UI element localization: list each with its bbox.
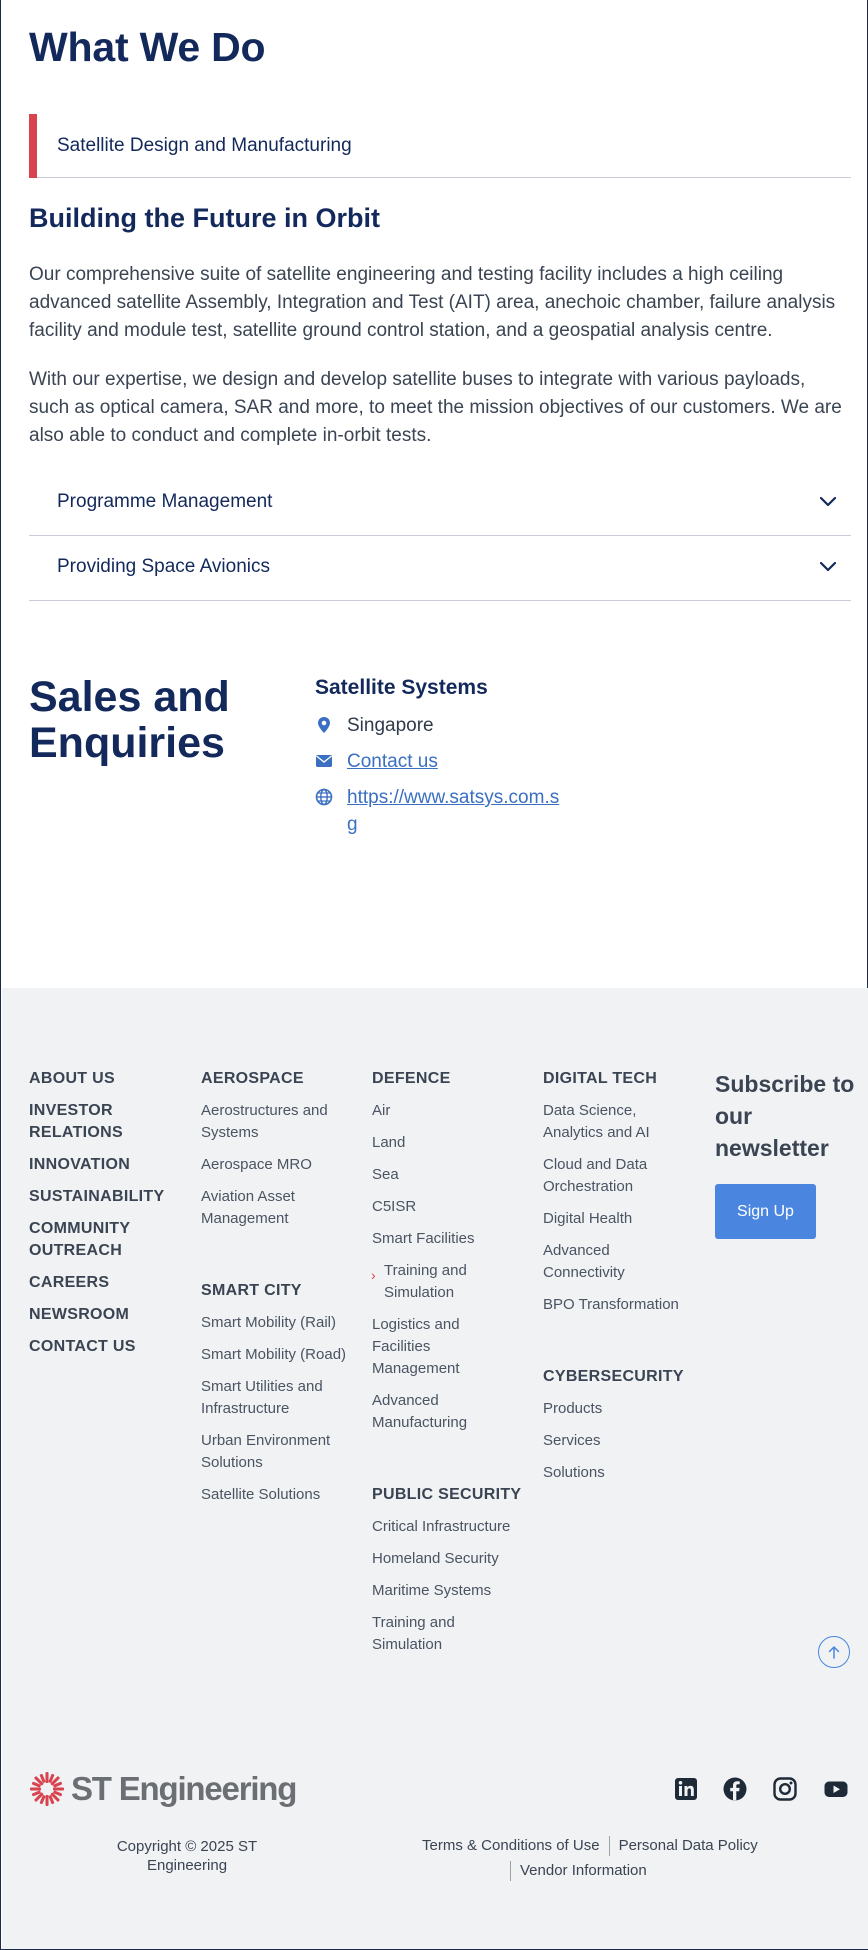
footer-link[interactable]: Aerostructures and Systems [201, 1100, 351, 1144]
footer-link[interactable]: Sea [372, 1164, 522, 1186]
facebook-icon[interactable] [721, 1775, 749, 1803]
description-paragraph: With our expertise, we design and develo… [29, 369, 842, 446]
description-paragraph: Our comprehensive suite of satellite eng… [29, 264, 836, 341]
logo-text: ST Engineering [71, 1770, 297, 1807]
copyright-text: Copyright © 2025 ST Engineering [116, 1838, 258, 1874]
contact-card: Satellite Systems Singapore Contact us h… [315, 676, 575, 847]
chevron-down-icon [819, 561, 837, 572]
footer-heading-public-security[interactable]: PUBLIC SECURITY [372, 1484, 522, 1506]
envelope-icon [316, 755, 332, 767]
page: What We Do Satellite Design and Manufact… [0, 0, 868, 1950]
footer-link[interactable]: Aerospace MRO [201, 1154, 351, 1176]
footer-link[interactable]: Data Science, Analytics and AI [543, 1100, 693, 1144]
footer-link-sustainability[interactable]: SUSTAINABILITY [29, 1186, 179, 1208]
contact-location: Singapore [315, 712, 575, 739]
footer-link[interactable]: Smart Facilities [372, 1228, 522, 1250]
youtube-icon[interactable] [822, 1775, 850, 1803]
footer-heading-defence[interactable]: DEFENCE [372, 1068, 522, 1090]
divider [510, 1861, 511, 1882]
sign-up-button[interactable]: Sign Up [715, 1184, 816, 1239]
footer-link[interactable]: Training and Simulation [372, 1612, 522, 1656]
footer-digital-column: DIGITAL TECH Data Science, Analytics and… [543, 1068, 693, 1484]
footer-link[interactable]: Logistics and Facilities Management [372, 1314, 522, 1380]
linkedin-icon[interactable] [672, 1775, 700, 1803]
website-link[interactable]: https://www.satsys.com.sg [347, 784, 562, 838]
footer-heading-digital-tech[interactable]: DIGITAL TECH [543, 1068, 693, 1090]
back-to-top-button[interactable] [818, 1636, 850, 1668]
active-tab-indicator [29, 114, 37, 178]
tab-satellite-design[interactable]: Satellite Design and Manufacturing [29, 114, 851, 178]
tab-label: Satellite Design and Manufacturing [57, 135, 352, 156]
footer-link[interactable]: Smart Utilities and Infrastructure [201, 1376, 351, 1420]
footer-link-label: Training and Simulation [384, 1262, 467, 1301]
footer-link-contact-us[interactable]: CONTACT US [29, 1336, 179, 1358]
accordion-label: Programme Management [57, 491, 273, 512]
vendor-link[interactable]: Vendor Information [520, 1862, 647, 1879]
footer-link[interactable]: Advanced Connectivity [543, 1240, 693, 1284]
footer-link[interactable]: Land [372, 1132, 522, 1154]
footer-link[interactable]: Critical Infrastructure [372, 1516, 522, 1538]
accordion-space-avionics[interactable]: Providing Space Avionics [29, 536, 851, 601]
footer-link[interactable]: Advanced Manufacturing [372, 1390, 522, 1434]
divider [608, 1836, 610, 1857]
accordion-label: Providing Space Avionics [57, 556, 270, 577]
footer-link-innovation[interactable]: INNOVATION [29, 1154, 179, 1176]
legal-links: Terms & Conditions of Use Personal Data P… [422, 1834, 758, 1858]
footer-link[interactable]: Air [372, 1100, 522, 1122]
newsletter-column: Subscribe to our newsletter Sign Up [715, 1068, 865, 1239]
footer-link[interactable]: BPO Transformation [543, 1294, 693, 1316]
contact-us-link[interactable]: Contact us [347, 751, 438, 772]
footer-heading-aerospace[interactable]: AEROSPACE [201, 1068, 351, 1090]
footer-link-careers[interactable]: CAREERS [29, 1272, 179, 1294]
footer-defence-column: DEFENCE Air Land Sea C5ISR Smart Facilit… [371, 1068, 522, 1656]
footer-link-community-outreach[interactable]: COMMUNITY OUTREACH [29, 1218, 179, 1262]
footer-link-about-us[interactable]: ABOUT US [29, 1068, 179, 1090]
contact-company: Satellite Systems [315, 676, 488, 699]
footer-link[interactable]: Homeland Security [372, 1548, 522, 1570]
footer-link[interactable]: C5ISR [372, 1196, 522, 1218]
instagram-icon[interactable] [771, 1775, 799, 1803]
newsletter-title: Subscribe to our newsletter [715, 1071, 855, 1161]
footer-link[interactable]: Maritime Systems [372, 1580, 522, 1602]
footer-link-active[interactable]: › Training and Simulation [371, 1260, 522, 1304]
footer-link[interactable]: Aviation Asset Management [201, 1186, 351, 1230]
footer-link[interactable]: Smart Mobility (Rail) [201, 1312, 351, 1334]
footer-link[interactable]: Smart Mobility (Road) [201, 1344, 351, 1366]
map-pin-icon [318, 717, 330, 733]
footer-link[interactable]: Urban Environment Solutions [201, 1430, 351, 1474]
arrow-up-icon [828, 1646, 840, 1659]
footer-link[interactable]: Services [543, 1430, 693, 1452]
page-title: What We Do [29, 24, 266, 70]
footer-link[interactable]: Solutions [543, 1462, 693, 1484]
chevron-right-icon: › [371, 1267, 376, 1283]
location-text: Singapore [347, 715, 434, 736]
contact-email: Contact us [315, 748, 575, 775]
footer-heading-smart-city[interactable]: SMART CITY [201, 1280, 351, 1302]
footer-aerospace-column: AEROSPACE Aerostructures and Systems Aer… [201, 1068, 351, 1506]
accordion-programme-management[interactable]: Programme Management [29, 471, 851, 536]
footer-link-newsroom[interactable]: NEWSROOM [29, 1304, 179, 1326]
st-engineering-logo[interactable]: ST Engineering [29, 1770, 297, 1808]
sales-heading: Sales and Enquiries [29, 673, 230, 767]
legal-links-row2: Vendor Information [510, 1859, 647, 1883]
footer-link[interactable]: Satellite Solutions [201, 1484, 351, 1506]
globe-icon [315, 788, 333, 806]
chevron-down-icon [819, 496, 837, 507]
terms-link[interactable]: Terms & Conditions of Use [422, 1837, 600, 1854]
footer-link[interactable]: Digital Health [543, 1208, 693, 1230]
footer-link[interactable]: Cloud and Data Orchestration [543, 1154, 693, 1198]
footer-link[interactable]: Products [543, 1398, 693, 1420]
contact-website: https://www.satsys.com.sg [315, 784, 575, 838]
footer-heading-cybersecurity[interactable]: CYBERSECURITY [543, 1366, 693, 1388]
logo-burst-icon [30, 1772, 64, 1806]
privacy-link[interactable]: Personal Data Policy [619, 1837, 758, 1854]
footer-link-investor-relations[interactable]: INVESTOR RELATIONS [29, 1100, 179, 1144]
section-title: Building the Future in Orbit [29, 203, 380, 233]
footer-about-column: ABOUT US INVESTOR RELATIONS INNOVATION S… [29, 1068, 179, 1368]
site-footer: ABOUT US INVESTOR RELATIONS INNOVATION S… [2, 988, 868, 1949]
